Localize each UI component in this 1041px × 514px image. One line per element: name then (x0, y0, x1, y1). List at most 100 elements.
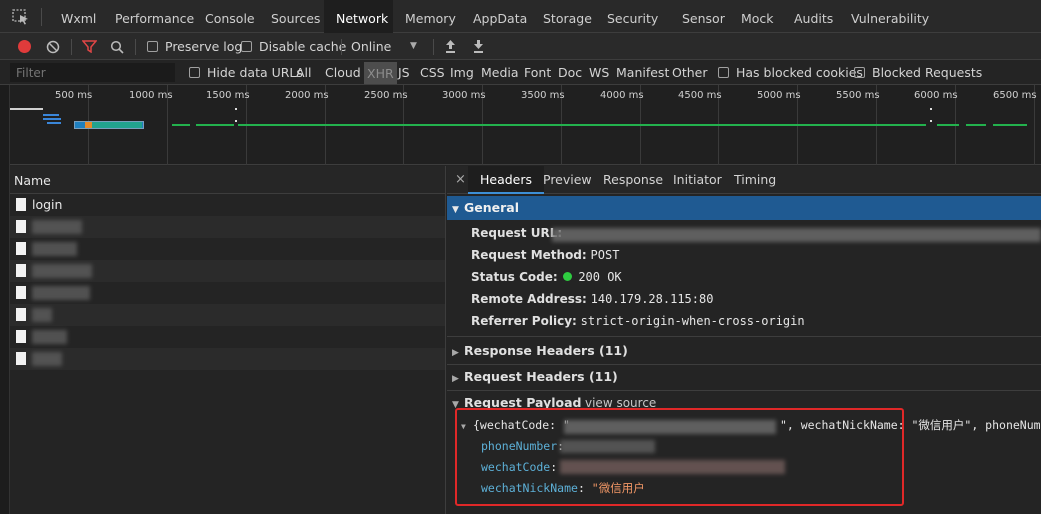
blocked-requests-checkbox[interactable] (854, 67, 865, 78)
clear-icon[interactable] (46, 40, 60, 54)
inspect-element-icon[interactable] (12, 9, 30, 25)
export-har-icon[interactable] (472, 39, 485, 54)
expand-right-icon: ▶ (452, 348, 459, 358)
request-row[interactable] (10, 282, 445, 304)
request-row[interactable] (10, 260, 445, 282)
disable-cache-checkbox[interactable] (241, 41, 252, 52)
filter-input[interactable] (10, 63, 175, 82)
highlight-box (455, 408, 904, 506)
left-gutter (0, 85, 10, 514)
redacted-name (32, 352, 62, 366)
hide-data-urls-label: Hide data URLs (207, 65, 303, 80)
hide-data-urls-checkbox[interactable] (189, 67, 200, 78)
overview-tick: 1500 ms (206, 90, 250, 101)
overview-tick: 1000 ms (129, 90, 173, 101)
request-list: Name login (10, 166, 446, 514)
filter-type-js[interactable]: JS (398, 60, 410, 85)
request-rows: login (10, 194, 445, 370)
request-name: login (32, 197, 63, 212)
tab-wxml[interactable]: Wxml (61, 0, 96, 33)
tab-sensor[interactable]: Sensor (682, 0, 725, 33)
redacted-name (32, 220, 82, 234)
preserve-log-checkbox[interactable] (147, 41, 158, 52)
request-url-label: Request URL: (471, 226, 563, 240)
filter-type-ws[interactable]: WS (589, 60, 609, 85)
overview-bar (43, 118, 61, 120)
remote-address-value: 140.179.28.115:80 (590, 292, 714, 306)
filter-type-css[interactable]: CSS (420, 60, 445, 85)
file-icon (16, 286, 26, 299)
tab-console[interactable]: Console (205, 0, 255, 33)
filter-type-all[interactable]: All (296, 60, 312, 85)
tab-preview[interactable]: Preview (543, 166, 592, 194)
filter-type-other[interactable]: Other (672, 60, 708, 85)
filter-icon[interactable] (82, 40, 97, 53)
has-blocked-cookies-label: Has blocked cookies (736, 65, 863, 80)
record-icon[interactable] (18, 40, 31, 53)
status-code-label: Status Code: (471, 270, 558, 284)
chevron-down-icon[interactable]: ▼ (410, 33, 417, 60)
request-row-login[interactable]: login (10, 194, 445, 216)
tab-network[interactable]: Network (324, 0, 393, 33)
filter-type-xhr[interactable]: XHR (364, 62, 397, 84)
referrer-policy-label: Referrer Policy: (471, 314, 577, 328)
tab-headers[interactable]: Headers (468, 166, 545, 194)
status-code-row: Status Code: 200 OK (471, 266, 622, 288)
general-section-header[interactable]: ▼ General (447, 196, 1041, 220)
filter-type-media[interactable]: Media (481, 60, 519, 85)
import-har-icon[interactable] (444, 39, 457, 54)
overview-tick: 5000 ms (757, 90, 801, 101)
network-overview[interactable]: 500 ms 1000 ms 1500 ms 2000 ms 2500 ms 3… (10, 85, 1041, 165)
file-icon (16, 220, 26, 233)
close-icon[interactable]: × (455, 166, 466, 194)
request-method-value: POST (590, 248, 620, 262)
filter-type-img[interactable]: Img (450, 60, 474, 85)
request-headers-section[interactable]: ▶ Request Headers (11) (452, 366, 618, 388)
disable-cache-label: Disable cache (259, 39, 347, 54)
section-divider (447, 364, 1041, 365)
request-headers-title: Request Headers (11) (464, 369, 618, 384)
overview-tick: 4500 ms (678, 90, 722, 101)
overview-bar (47, 122, 61, 124)
request-row[interactable] (10, 326, 445, 348)
overview-bar (43, 114, 59, 116)
tab-vulnerability[interactable]: Vulnerability (851, 0, 929, 33)
overview-dot (930, 120, 932, 122)
tab-audits[interactable]: Audits (794, 0, 833, 33)
redacted-name (32, 308, 52, 322)
toolbar-separator (341, 39, 342, 55)
overview-tick: 2500 ms (364, 90, 408, 101)
tab-appdata[interactable]: AppData (473, 0, 527, 33)
tab-security[interactable]: Security (607, 0, 658, 33)
tab-mock[interactable]: Mock (741, 0, 774, 33)
file-icon (16, 308, 26, 321)
response-headers-section[interactable]: ▶ Response Headers (11) (452, 340, 628, 362)
overview-tick: 2000 ms (285, 90, 329, 101)
tab-storage[interactable]: Storage (543, 0, 592, 33)
redacted-url (552, 228, 1041, 242)
blocked-requests-label: Blocked Requests (872, 65, 983, 80)
search-icon[interactable] (110, 40, 124, 54)
tab-initiator[interactable]: Initiator (673, 166, 722, 194)
request-row[interactable] (10, 348, 445, 370)
tab-performance[interactable]: Performance (115, 0, 194, 33)
tab-response[interactable]: Response (603, 166, 663, 194)
tab-memory[interactable]: Memory (405, 0, 456, 33)
has-blocked-cookies-checkbox[interactable] (718, 67, 729, 78)
filter-type-font[interactable]: Font (524, 60, 551, 85)
devtools-tab-bar: Wxml Performance Console Sources Network… (0, 0, 1041, 33)
filter-type-cloud[interactable]: Cloud (325, 60, 361, 85)
file-icon (16, 352, 26, 365)
request-row[interactable] (10, 304, 445, 326)
filter-type-manifest[interactable]: Manifest (616, 60, 669, 85)
overview-tick: 3000 ms (442, 90, 486, 101)
overview-dot (930, 108, 932, 110)
throttling-select[interactable]: Online (351, 33, 391, 60)
filter-type-doc[interactable]: Doc (558, 60, 582, 85)
overview-line (966, 124, 986, 126)
tab-timing[interactable]: Timing (734, 166, 776, 194)
name-column-header[interactable]: Name (10, 166, 445, 194)
request-row[interactable] (10, 216, 445, 238)
request-row[interactable] (10, 238, 445, 260)
tab-sources[interactable]: Sources (271, 0, 320, 33)
